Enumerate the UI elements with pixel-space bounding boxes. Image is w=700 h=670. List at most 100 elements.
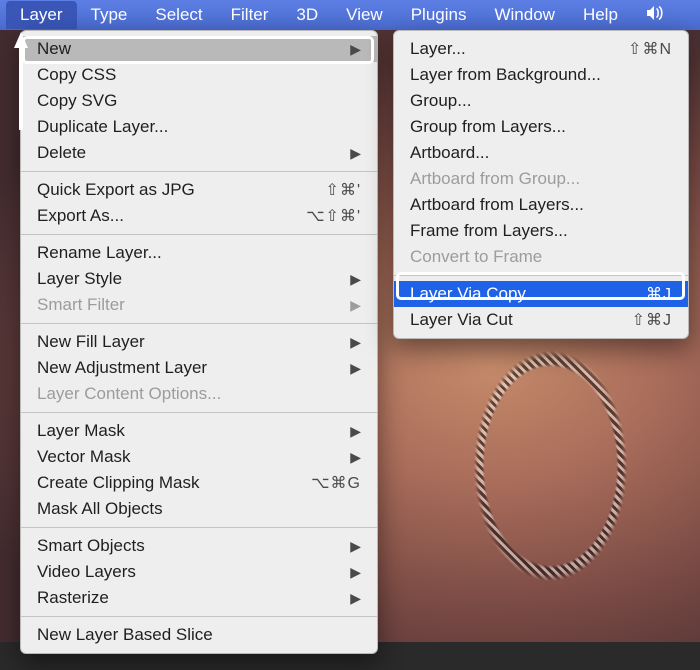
- chevron-right-icon: ▶: [350, 538, 361, 555]
- chevron-right-icon: ▶: [350, 564, 361, 581]
- menubar-label: Plugins: [411, 5, 467, 24]
- menu-separator: [21, 323, 377, 324]
- submenu-item-group-from-layers[interactable]: Group from Layers...: [394, 114, 688, 140]
- menu-item-label: New Layer Based Slice: [37, 625, 213, 645]
- menubar-label: Window: [494, 5, 554, 24]
- menu-separator: [21, 527, 377, 528]
- submenu-item-artboard-from-layers[interactable]: Artboard from Layers...: [394, 192, 688, 218]
- menu-item-smart-filter: Smart Filter ▶: [21, 292, 377, 318]
- chevron-right-icon: ▶: [350, 41, 361, 58]
- menu-item-duplicate-layer[interactable]: Duplicate Layer...: [21, 114, 377, 140]
- menu-item-label: Export As...: [37, 206, 124, 226]
- menu-item-label: Layer...: [410, 39, 466, 59]
- menu-item-copy-css[interactable]: Copy CSS: [21, 62, 377, 88]
- menu-separator: [21, 412, 377, 413]
- menu-separator: [21, 171, 377, 172]
- menu-separator: [394, 275, 688, 276]
- menubar-item-layer[interactable]: Layer: [6, 1, 77, 29]
- menu-item-label: Layer Mask: [37, 421, 125, 441]
- menu-item-new[interactable]: New ▶: [21, 36, 377, 62]
- layer-menu-dropdown: New ▶ Copy CSS Copy SVG Duplicate Layer..…: [20, 30, 378, 654]
- menubar-label: Select: [155, 5, 202, 24]
- menu-item-label: Layer from Background...: [410, 65, 601, 85]
- menubar-item-help[interactable]: Help: [569, 1, 632, 29]
- menu-item-video-layers[interactable]: Video Layers▶: [21, 559, 377, 585]
- menubar-label: Help: [583, 5, 618, 24]
- chevron-right-icon: ▶: [350, 145, 361, 162]
- chevron-right-icon: ▶: [350, 360, 361, 377]
- menu-item-rasterize[interactable]: Rasterize▶: [21, 585, 377, 611]
- menu-item-label: Quick Export as JPG: [37, 180, 195, 200]
- menubar-label: View: [346, 5, 383, 24]
- menu-item-mask-all-objects[interactable]: Mask All Objects: [21, 496, 377, 522]
- chevron-right-icon: ▶: [350, 423, 361, 440]
- menu-item-label: Mask All Objects: [37, 499, 163, 519]
- menu-item-copy-svg[interactable]: Copy SVG: [21, 88, 377, 114]
- menu-bar: Layer Type Select Filter 3D View Plugins…: [0, 0, 700, 30]
- menu-item-create-clipping-mask[interactable]: Create Clipping Mask ⌥⌘G: [21, 470, 377, 496]
- menu-shortcut: ⇧⌘N: [628, 39, 672, 59]
- menubar-item-filter[interactable]: Filter: [217, 1, 283, 29]
- menu-item-new-adjustment-layer[interactable]: New Adjustment Layer ▶: [21, 355, 377, 381]
- menubar-item-3d[interactable]: 3D: [282, 1, 332, 29]
- menu-item-label: Smart Objects: [37, 536, 145, 556]
- menu-item-new-layer-based-slice[interactable]: New Layer Based Slice: [21, 622, 377, 648]
- new-submenu: Layer... ⇧⌘N Layer from Background... Gro…: [393, 30, 689, 339]
- volume-icon[interactable]: [636, 1, 674, 30]
- menu-item-layer-mask[interactable]: Layer Mask ▶: [21, 418, 377, 444]
- menu-item-label: Artboard from Layers...: [410, 195, 584, 215]
- chevron-right-icon: ▶: [350, 334, 361, 351]
- chevron-right-icon: ▶: [350, 297, 361, 314]
- menubar-label: Layer: [20, 5, 63, 24]
- menu-item-vector-mask[interactable]: Vector Mask▶: [21, 444, 377, 470]
- menubar-item-select[interactable]: Select: [141, 1, 216, 29]
- submenu-item-layer[interactable]: Layer... ⇧⌘N: [394, 36, 688, 62]
- submenu-item-artboard[interactable]: Artboard...: [394, 140, 688, 166]
- chevron-right-icon: ▶: [350, 449, 361, 466]
- submenu-item-layer-via-cut[interactable]: Layer Via Cut ⇧⌘J: [394, 307, 688, 333]
- menubar-label: Type: [91, 5, 128, 24]
- menu-item-label: New Fill Layer: [37, 332, 145, 352]
- menu-item-export-as[interactable]: Export As... ⌥⇧⌘': [21, 203, 377, 229]
- menubar-item-view[interactable]: View: [332, 1, 397, 29]
- menu-item-label: Smart Filter: [37, 295, 125, 315]
- menu-separator: [21, 234, 377, 235]
- menu-item-layer-style[interactable]: Layer Style ▶: [21, 266, 377, 292]
- menu-item-label: Copy SVG: [37, 91, 117, 111]
- menu-item-label: Layer Content Options...: [37, 384, 221, 404]
- menu-item-label: Rasterize: [37, 588, 109, 608]
- menu-item-layer-content-options: Layer Content Options...: [21, 381, 377, 407]
- submenu-item-frame-from-layers[interactable]: Frame from Layers...: [394, 218, 688, 244]
- menu-item-label: Delete: [37, 143, 86, 163]
- menu-item-label: Layer Via Cut: [410, 310, 513, 330]
- menu-shortcut: ⌥⇧⌘': [306, 206, 361, 226]
- menu-item-smart-objects[interactable]: Smart Objects ▶: [21, 533, 377, 559]
- menu-item-label: New: [37, 39, 71, 59]
- submenu-item-layer-from-background[interactable]: Layer from Background...: [394, 62, 688, 88]
- submenu-item-layer-via-copy[interactable]: Layer Via Copy⌘J: [394, 281, 688, 307]
- menu-shortcut: ⌥⌘G: [311, 473, 361, 493]
- menu-shortcut: ⇧⌘': [326, 180, 361, 200]
- menu-item-label: Group from Layers...: [410, 117, 566, 137]
- menubar-item-plugins[interactable]: Plugins: [397, 1, 481, 29]
- submenu-item-convert-to-frame: Convert to Frame: [394, 244, 688, 270]
- submenu-item-group[interactable]: Group...: [394, 88, 688, 114]
- menu-item-label: Artboard...: [410, 143, 489, 163]
- menu-item-delete[interactable]: Delete ▶: [21, 140, 377, 166]
- menu-shortcut: ⇧⌘J: [632, 310, 672, 330]
- menubar-item-type[interactable]: Type: [77, 1, 142, 29]
- menu-item-label: Layer Via Copy: [410, 284, 526, 304]
- menu-item-label: New Adjustment Layer: [37, 358, 207, 378]
- menu-item-label: Frame from Layers...: [410, 221, 568, 241]
- menu-item-new-fill-layer[interactable]: New Fill Layer ▶: [21, 329, 377, 355]
- menubar-item-window[interactable]: Window: [480, 1, 568, 29]
- chevron-right-icon: ▶: [350, 271, 361, 288]
- menu-item-label: Duplicate Layer...: [37, 117, 168, 137]
- menu-item-label: Rename Layer...: [37, 243, 162, 263]
- menu-item-quick-export[interactable]: Quick Export as JPG ⇧⌘': [21, 177, 377, 203]
- submenu-item-artboard-from-group: Artboard from Group...: [394, 166, 688, 192]
- menu-item-label: Layer Style: [37, 269, 122, 289]
- menu-separator: [21, 616, 377, 617]
- menu-item-rename-layer[interactable]: Rename Layer...: [21, 240, 377, 266]
- menu-item-label: Create Clipping Mask: [37, 473, 200, 493]
